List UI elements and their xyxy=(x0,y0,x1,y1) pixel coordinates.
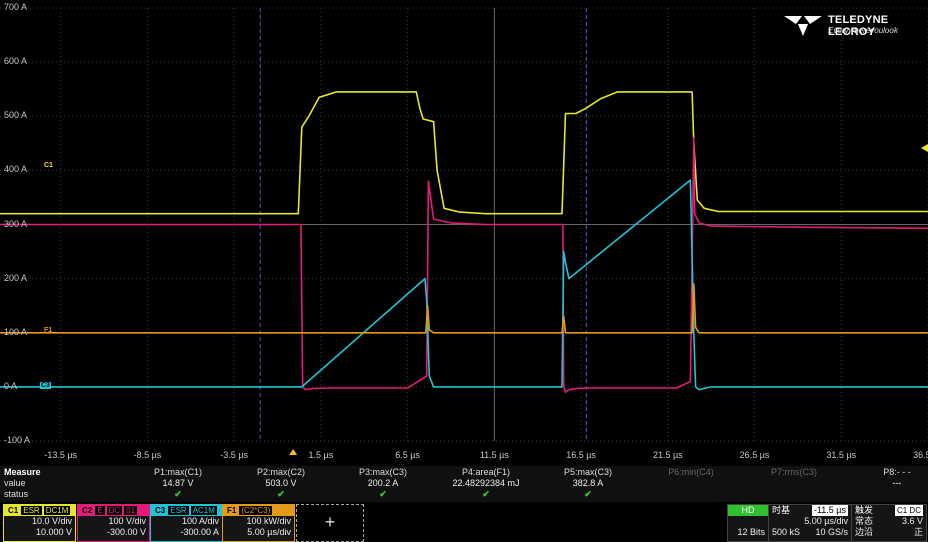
measurement-table: Measure value status P1:max(C1) 14.87 V ✔ P… xyxy=(0,466,928,502)
c1-level-marker[interactable]: C1 xyxy=(44,162,53,169)
status-check-icon: ✔ xyxy=(584,489,592,499)
trigger-source: C1 DC xyxy=(894,505,923,516)
graticule xyxy=(0,7,928,455)
channel-descriptor-f1[interactable]: F1 (C2*C3) 100 kW/div 5.00 µs/div xyxy=(222,504,295,542)
status-row-label: status xyxy=(4,489,29,499)
value-row-label: value xyxy=(4,478,26,488)
param-name[interactable]: P1:max(C1) xyxy=(130,467,226,477)
sample-rate: 10 GS/s xyxy=(815,527,848,537)
status-check-icon: ✔ xyxy=(277,489,285,499)
trigger-position-marker xyxy=(289,449,298,455)
y-tick-label: 400 A xyxy=(4,164,28,175)
x-tick-label: -13.5 µs xyxy=(44,450,78,460)
param-name[interactable]: P6:min(C4) xyxy=(643,467,739,477)
trigger-descriptor[interactable]: 触发 C1 DC 常态 3.6 V 边沿 正 xyxy=(851,504,927,542)
x-tick-label: 36.5 µs xyxy=(913,450,928,460)
param-value: --- xyxy=(892,478,902,488)
trigger-slope: 正 xyxy=(913,527,923,537)
param-value: 200.2 A xyxy=(367,478,399,488)
y-tick-label: 700 A xyxy=(4,2,28,12)
timebase-delay: -11.5 µs xyxy=(811,505,848,516)
acquisition-mode-box[interactable]: HD 12 Bits xyxy=(727,504,769,542)
y-tick-label: 300 A xyxy=(4,218,28,229)
x-tick-label: -3.5 µs xyxy=(220,450,249,460)
param-name[interactable]: P7:rms(C3) xyxy=(746,467,842,477)
measure-title: Measure xyxy=(4,467,41,477)
bit-depth: 12 Bits xyxy=(737,527,765,537)
param-name[interactable]: P2:max(C2) xyxy=(233,467,329,477)
y-tick-label: -100 A xyxy=(4,435,31,445)
sample-count: 500 kS xyxy=(772,527,801,537)
trigger-mode: 常态 xyxy=(855,516,874,526)
trigger-level: 3.6 V xyxy=(901,516,923,526)
add-channel-button[interactable]: + xyxy=(296,504,364,542)
channel-descriptor-bar: C1 ESR DC1M 10.0 V/div 10.000 V C2 E DC 01 100 V/… xyxy=(0,502,928,542)
lecroy-logo-icon xyxy=(784,16,822,36)
x-tick-label: 26.5 µs xyxy=(739,450,770,460)
x-tick-label: 1.5 µs xyxy=(308,450,334,460)
trace-1 xyxy=(0,137,928,394)
param-name[interactable]: P3:max(C3) xyxy=(335,467,431,477)
timebase-descriptor[interactable]: 时基 -11.5 µs 5.00 µs/div 500 kS 10 GS/s xyxy=(768,504,852,542)
x-tick-label: 21.5 µs xyxy=(652,450,683,460)
teledyne-lecroy-logo: TELEDYNE LECROY Everywhereyoulook xyxy=(782,12,922,38)
param-name[interactable]: P5:max(C3) xyxy=(540,467,636,477)
x-tick-label: 31.5 µs xyxy=(826,450,857,460)
waveform-display[interactable]: 700 A 600 A 500 A 400 A 300 A 200 A 100 A 0 A -1… xyxy=(0,0,928,466)
y-tick-label: 0 A xyxy=(4,380,18,391)
x-tick-label: -8.5 µs xyxy=(133,450,162,460)
param-value: 382.8 A xyxy=(572,478,604,488)
y-tick-label: 500 A xyxy=(4,110,28,121)
trigger-type: 边沿 xyxy=(855,527,874,537)
param-value: 14.87 V xyxy=(162,478,194,488)
status-check-icon: ✔ xyxy=(379,489,387,499)
trace-3 xyxy=(0,283,928,334)
y-tick-label: 100 A xyxy=(4,326,28,337)
c3-level-marker[interactable]: C3 xyxy=(40,382,51,389)
channel-descriptor-c3[interactable]: C3 ESR AC1M 100 A/div -300.00 A xyxy=(150,504,223,542)
channel-descriptor-c2[interactable]: C2 E DC 01 100 V/div -300.00 V xyxy=(77,504,150,542)
y-tick-label: 200 A xyxy=(4,272,28,283)
timebase-label: 时基 xyxy=(772,505,791,515)
hd-badge: HD xyxy=(728,505,768,516)
status-check-icon: ✔ xyxy=(482,489,490,499)
param-value: 22.48292384 mJ xyxy=(452,478,520,488)
param-name[interactable]: P4:area(F1) xyxy=(438,467,534,477)
f1-level-marker[interactable]: F1 xyxy=(44,327,52,334)
channel-descriptor-c1[interactable]: C1 ESR DC1M 10.0 V/div 10.000 V xyxy=(3,504,76,542)
x-tick-label: 11.5 µs xyxy=(479,450,509,460)
param-value: 503.0 V xyxy=(265,478,297,488)
x-tick-label: 16.5 µs xyxy=(566,450,596,460)
timebase-div: 5.00 µs/div xyxy=(804,516,848,526)
status-check-icon: ✔ xyxy=(174,489,182,499)
trigger-label: 触发 xyxy=(855,505,874,515)
param-name[interactable]: P8:- - - xyxy=(849,467,928,477)
trace-0 xyxy=(0,91,928,215)
x-tick-label: 6.5 µs xyxy=(395,450,420,460)
y-tick-label: 600 A xyxy=(4,56,28,67)
trigger-level-marker xyxy=(921,144,928,152)
logo-tagline: Everywhereyoulook xyxy=(828,26,898,35)
